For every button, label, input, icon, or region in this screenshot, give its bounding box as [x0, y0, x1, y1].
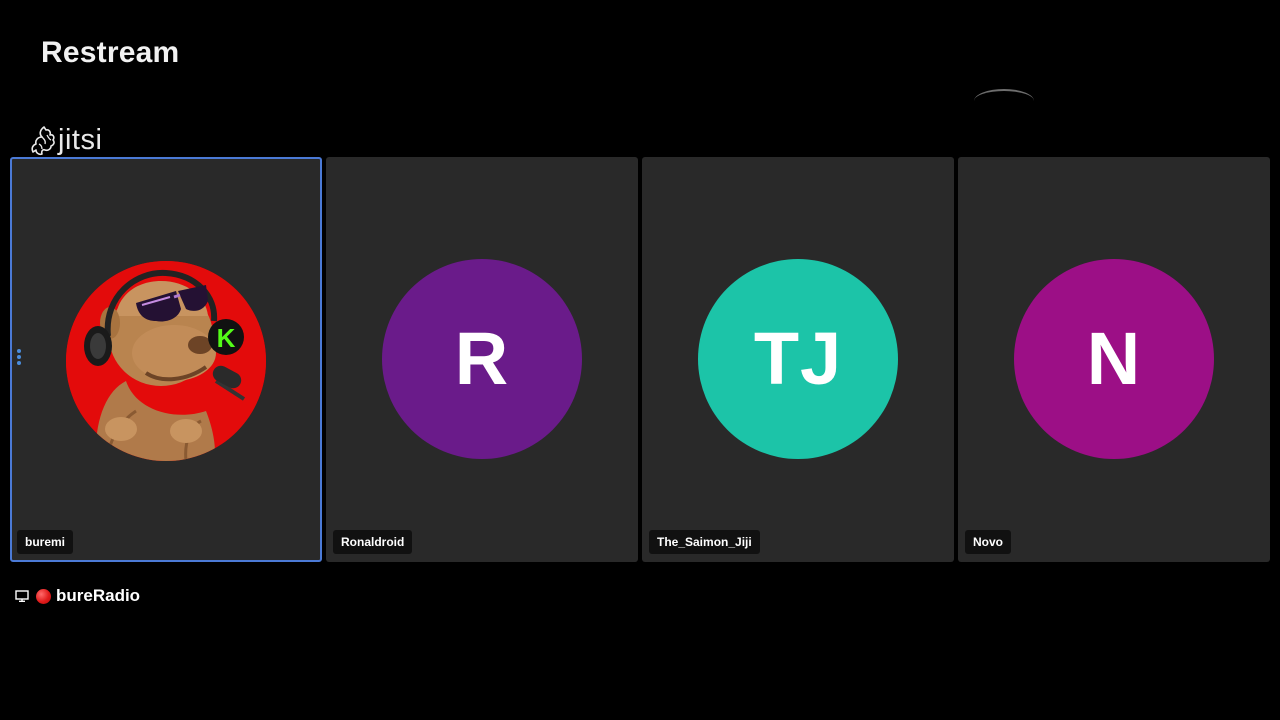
jitsi-logo-text: jitsi [58, 124, 103, 156]
avatar: R [382, 259, 582, 459]
alf-avatar-image: K [66, 261, 266, 461]
stream-source-name: bureRadio [56, 586, 141, 605]
participant-tile-the-saimon-jiji[interactable]: TJ The_Saimon_Jiji [642, 157, 954, 562]
participant-grid: K buremi R Ronaldroid TJ The_Saimon_Jiji… [10, 157, 1270, 562]
avatar-initials: N [1086, 317, 1142, 400]
red-circle-icon [36, 588, 51, 604]
avatar: K [66, 261, 266, 461]
jitsi-logo-icon [31, 126, 55, 156]
participant-name: Ronaldroid [333, 530, 413, 554]
avatar: TJ [698, 259, 898, 459]
more-options-icon[interactable] [16, 349, 22, 365]
stage: Restream jitsi K buremi R Ronaldroid TJ … [0, 0, 1280, 720]
page-title: Restream [41, 36, 180, 69]
participant-tile-ronaldroid[interactable]: R Ronaldroid [326, 157, 638, 562]
avatar-initials: R [454, 317, 510, 400]
svg-text:K: K [217, 323, 236, 353]
avatar: N [1014, 259, 1214, 459]
participant-tile-novo[interactable]: N Novo [958, 157, 1270, 562]
loading-arc-icon [974, 89, 1034, 101]
monitor-icon [15, 590, 29, 602]
stream-source-label: bureRadio [15, 586, 140, 606]
participant-name: buremi [17, 530, 74, 554]
avatar-initials: TJ [753, 317, 843, 400]
participant-name: Novo [965, 530, 1011, 554]
participant-name: The_Saimon_Jiji [649, 530, 760, 554]
participant-tile-buremi[interactable]: K buremi [10, 157, 322, 562]
jitsi-logo: jitsi [30, 124, 102, 156]
